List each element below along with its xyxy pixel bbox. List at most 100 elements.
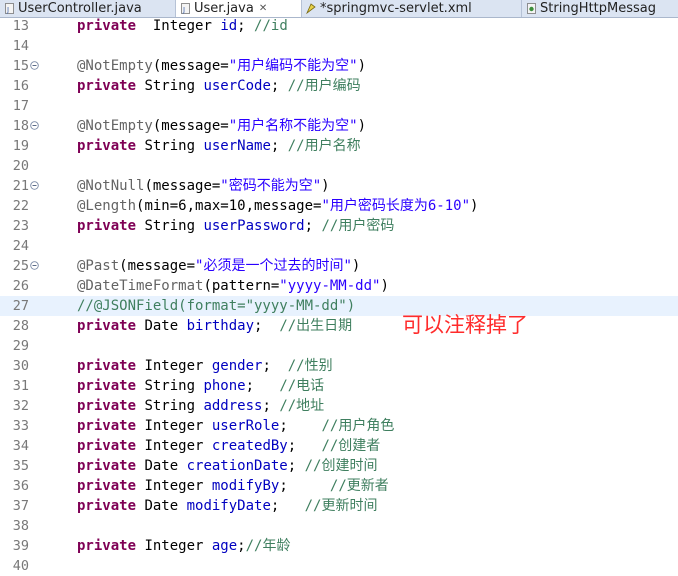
token-plain: (message=	[119, 258, 196, 274]
java-file-icon: J	[4, 3, 15, 14]
tab-label: *springmvc-servlet.xml	[320, 1, 472, 16]
token-cm: //更新时间	[304, 498, 378, 514]
annotation-note: 可以注释掉了	[402, 313, 528, 337]
code-line[interactable]: 36 private Integer modifyBy; //更新者	[0, 476, 678, 496]
token-plain: String	[136, 138, 204, 154]
code-line[interactable]: 23 private String userPassword; //用户密码	[0, 216, 678, 236]
code-line[interactable]: 24	[0, 236, 678, 256]
close-icon[interactable]: ✕	[259, 1, 267, 16]
code-line[interactable]: 25 @Past(message="必须是一个过去的时间")	[0, 256, 678, 276]
token-plain: )	[357, 58, 367, 74]
code-line[interactable]: 20	[0, 156, 678, 176]
code-line[interactable]: 40	[0, 556, 678, 576]
token-plain: (min=6,max=10,message=	[136, 198, 322, 214]
token-cm: //用户密码	[321, 218, 395, 234]
line-number: 22	[12, 198, 29, 214]
token-plain: ;	[287, 438, 322, 454]
svg-text:J: J	[182, 6, 185, 14]
token-field: userPassword	[203, 218, 305, 234]
fold-toggle-icon[interactable]	[30, 181, 39, 190]
code-line[interactable]: 19 private String userName; //用户名称	[0, 136, 678, 156]
token-kw: private	[77, 398, 137, 414]
token-plain: String	[136, 378, 204, 394]
token-kw: private	[77, 478, 137, 494]
fold-toggle-icon[interactable]	[30, 261, 39, 270]
code-line[interactable]: 33 private Integer userRole; //用户角色	[0, 416, 678, 436]
token-kw: private	[77, 358, 137, 374]
line-number: 21	[12, 178, 29, 194]
token-plain: Integer	[136, 538, 212, 554]
token-ann: @Past	[77, 258, 120, 274]
token-ann: @NotNull	[77, 178, 145, 194]
token-field: gender	[211, 358, 263, 374]
code-line[interactable]: 15 @NotEmpty(message="用户编码不能为空")	[0, 56, 678, 76]
token-field: modifyBy	[211, 478, 280, 494]
code-line[interactable]: 39 private Integer age;//年龄	[0, 536, 678, 556]
code-line[interactable]: 16 private String userCode; //用户编码	[0, 76, 678, 96]
code-text: @Length(min=6,max=10,message="用户密码长度为6-1…	[77, 196, 478, 216]
line-number: 31	[12, 378, 29, 394]
code-line[interactable]: 35 private Date creationDate; //创建时间	[0, 456, 678, 476]
tab-4[interactable]: StringHttpMessag	[522, 0, 678, 17]
token-plain: String	[136, 78, 204, 94]
code-text: @NotEmpty(message="用户编码不能为空")	[77, 56, 366, 76]
tab-3[interactable]: *springmvc-servlet.xml	[302, 0, 522, 17]
code-line[interactable]: 27 //@JSONField(format="yyyy-MM-dd")	[0, 296, 678, 316]
token-cm: //电话	[279, 378, 325, 394]
code-text: @Past(message="必须是一个过去的时间")	[77, 256, 360, 276]
code-line[interactable]: 38	[0, 516, 678, 536]
code-line[interactable]: 14	[0, 36, 678, 56]
line-number: 25	[12, 258, 29, 274]
token-field: id	[220, 18, 238, 34]
token-str: "用户编码不能为空"	[228, 58, 358, 74]
fold-toggle-icon[interactable]	[30, 121, 39, 130]
code-editor[interactable]: 13 private Integer id; //id 14 15 @NotEmpty(…	[0, 18, 678, 575]
line-number: 24	[12, 238, 29, 254]
token-plain: ;	[279, 418, 322, 434]
code-line[interactable]: 29	[0, 336, 678, 356]
code-line[interactable]: 21 @NotNull(message="密码不能为空")	[0, 176, 678, 196]
token-str: "必须是一个过去的时间"	[195, 258, 352, 274]
token-str: "用户密码长度为6-10"	[321, 198, 471, 214]
xml-file-icon	[306, 3, 317, 15]
tab-label: StringHttpMessag	[540, 1, 656, 16]
code-text: @NotNull(message="密码不能为空")	[77, 176, 330, 196]
code-line[interactable]: 17	[0, 96, 678, 116]
line-number: 14	[12, 38, 29, 54]
token-field: address	[203, 398, 263, 414]
token-cm: //地址	[279, 398, 325, 414]
code-line[interactable]: 28 private Date birthday; //出生日期	[0, 316, 678, 336]
code-text: private Integer gender; //性别	[77, 356, 333, 376]
line-number: 37	[12, 498, 29, 514]
class-file-icon	[526, 3, 537, 14]
line-number: 30	[12, 358, 29, 374]
code-line[interactable]: 26 @DateTimeFormat(pattern="yyyy-MM-dd")	[0, 276, 678, 296]
token-cm: //创建时间	[304, 458, 378, 474]
line-number: 13	[12, 18, 29, 34]
code-line[interactable]: 32 private String address; //地址	[0, 396, 678, 416]
code-line[interactable]: 37 private Date modifyDate; //更新时间	[0, 496, 678, 516]
tab-1[interactable]: J UserController.java	[0, 0, 176, 17]
token-field: createdBy	[211, 438, 288, 454]
line-number: 38	[12, 518, 29, 534]
code-text: //@JSONField(format="yyyy-MM-dd")	[77, 296, 355, 316]
tab-2[interactable]: J User.java ✕	[176, 0, 302, 17]
code-line[interactable]: 34 private Integer createdBy; //创建者	[0, 436, 678, 456]
code-text: private Integer userRole; //用户角色	[77, 416, 394, 436]
token-plain: (message=	[144, 178, 221, 194]
code-line[interactable]: 31 private String phone; //电话	[0, 376, 678, 396]
code-line[interactable]: 18 @NotEmpty(message="用户名称不能为空")	[0, 116, 678, 136]
token-str: "yyyy-MM-dd"	[279, 278, 381, 294]
token-kw: private	[77, 458, 137, 474]
token-cm: //年龄	[245, 538, 291, 554]
token-field: birthday	[186, 318, 255, 334]
line-number: 20	[12, 158, 29, 174]
token-plain: Integer	[136, 438, 212, 454]
token-cm: //用户角色	[321, 418, 395, 434]
token-plain: Integer	[136, 418, 212, 434]
code-line[interactable]: 13 private Integer id; //id	[0, 16, 678, 36]
token-cm: //更新者	[329, 478, 389, 494]
fold-toggle-icon[interactable]	[30, 61, 39, 70]
code-line[interactable]: 30 private Integer gender; //性别	[0, 356, 678, 376]
code-line[interactable]: 22 @Length(min=6,max=10,message="用户密码长度为6…	[0, 196, 678, 216]
